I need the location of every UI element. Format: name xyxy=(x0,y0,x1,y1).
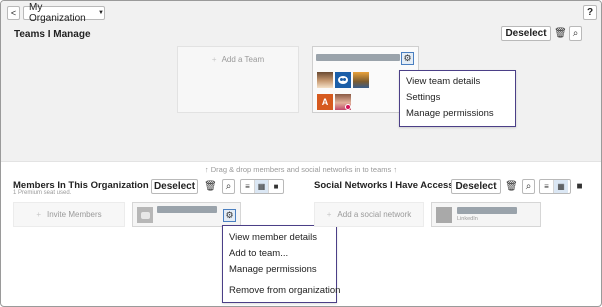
search-icon[interactable]: ⌕ xyxy=(222,179,235,194)
organization-select-label: My Organization xyxy=(29,2,86,24)
invite-members-label: Invite Members xyxy=(46,210,102,219)
linkedin-avatar xyxy=(436,207,452,223)
organization-select[interactable]: My Organization ▼ xyxy=(23,2,105,24)
plus-icon: + xyxy=(211,55,217,64)
invite-members-card[interactable]: + Invite Members xyxy=(13,202,125,227)
search-icon[interactable]: ⌕ xyxy=(522,179,535,194)
add-social-network-label: Add a social network xyxy=(337,210,412,219)
drag-drop-hint: ↑ Drag & drop members and social network… xyxy=(204,165,398,174)
menu-item-manage-permissions[interactable]: Manage permissions xyxy=(406,108,494,119)
trash-icon[interactable]: 🗑 xyxy=(554,26,567,41)
seat-usage-note: 1 Premium seat used. xyxy=(13,190,72,196)
social-deselect-button[interactable]: Deselect xyxy=(451,179,501,194)
member-avatar-letter[interactable]: A xyxy=(317,94,333,110)
trash-icon[interactable]: 🗑 xyxy=(505,179,518,194)
chevron-down-icon: ▼ xyxy=(98,10,104,16)
social-section-title: Social Networks I Have Access To xyxy=(314,180,468,191)
member-context-menu: View member details Add to team... Manag… xyxy=(222,225,340,303)
teams-deselect-button[interactable]: Deselect xyxy=(501,26,551,41)
member-avatar[interactable] xyxy=(353,72,369,88)
social-view-toggle: ≡ ▦ xyxy=(539,179,571,194)
menu-item-view-member-details[interactable]: View member details xyxy=(229,232,317,243)
grid-view-icon[interactable]: ▦ xyxy=(554,180,568,193)
owl-face-icon xyxy=(140,211,150,219)
members-view-toggle: ≡ ▦ ■ xyxy=(240,179,284,194)
network-name-redacted xyxy=(457,207,517,214)
owl-icon xyxy=(338,76,348,84)
add-team-label: Add a Team xyxy=(221,55,265,64)
large-view-icon[interactable]: ■ xyxy=(269,180,283,193)
section-divider xyxy=(1,161,601,162)
team-context-menu: View team details Settings Manage permis… xyxy=(399,70,516,127)
search-icon[interactable]: ⌕ xyxy=(569,26,582,41)
member-avatar[interactable] xyxy=(317,72,333,88)
network-type-label: LinkedIn xyxy=(457,216,478,222)
member-name-redacted xyxy=(157,206,217,213)
add-team-card[interactable]: + Add a Team xyxy=(177,46,299,113)
list-view-icon[interactable]: ≡ xyxy=(241,180,255,193)
grid-view-icon[interactable]: ▦ xyxy=(255,180,269,193)
team-gear-icon[interactable]: ⚙ xyxy=(401,52,414,65)
add-social-network-card[interactable]: + Add a social network xyxy=(314,202,424,227)
member-gear-icon[interactable]: ⚙ xyxy=(223,209,236,222)
menu-item-remove-from-organization[interactable]: Remove from organization xyxy=(229,285,340,296)
menu-item-settings[interactable]: Settings xyxy=(406,92,440,103)
team-name-redacted xyxy=(316,54,400,61)
trash-icon[interactable]: 🗑 xyxy=(204,179,217,194)
member-avatar[interactable] xyxy=(335,94,351,110)
member-card[interactable]: ⚙ xyxy=(132,202,241,227)
large-view-icon[interactable]: ■ xyxy=(573,179,586,194)
org-management-window: < My Organization ▼ ? Teams I Manage Des… xyxy=(0,0,602,307)
list-view-icon[interactable]: ≡ xyxy=(540,180,554,193)
status-badge-icon xyxy=(345,104,351,110)
plus-icon: + xyxy=(326,210,332,219)
plus-icon: + xyxy=(36,210,41,219)
members-deselect-button[interactable]: Deselect xyxy=(151,179,198,194)
teams-section-title: Teams I Manage xyxy=(14,29,91,40)
member-avatar xyxy=(137,207,153,223)
help-button[interactable]: ? xyxy=(583,5,597,20)
back-chevron-icon: < xyxy=(10,8,17,18)
menu-item-view-team-details[interactable]: View team details xyxy=(406,76,480,87)
hootsuite-avatar[interactable] xyxy=(335,72,351,88)
linkedin-network-card[interactable]: LinkedIn xyxy=(431,202,541,227)
menu-item-add-to-team[interactable]: Add to team... xyxy=(229,248,288,259)
menu-item-manage-permissions[interactable]: Manage permissions xyxy=(229,264,317,275)
back-button[interactable]: < xyxy=(7,6,20,20)
